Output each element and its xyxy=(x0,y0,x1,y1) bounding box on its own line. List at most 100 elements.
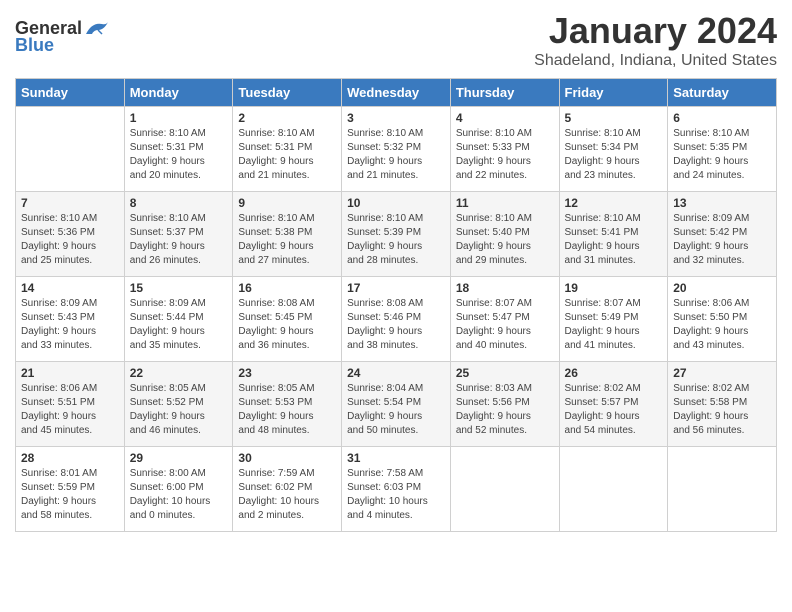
day-info: Sunrise: 8:10 AMSunset: 5:31 PMDaylight:… xyxy=(130,127,228,183)
week-row-2: 7Sunrise: 8:10 AMSunset: 5:36 PMDaylight… xyxy=(16,192,777,277)
day-number: 6 xyxy=(673,111,771,125)
day-info: Sunrise: 8:10 AMSunset: 5:35 PMDaylight:… xyxy=(673,127,771,183)
logo: General Blue xyxy=(15,18,110,56)
day-number: 20 xyxy=(673,281,771,295)
day-header-saturday: Saturday xyxy=(668,79,777,107)
calendar-cell: 7Sunrise: 8:10 AMSunset: 5:36 PMDaylight… xyxy=(16,192,125,277)
calendar-cell: 12Sunrise: 8:10 AMSunset: 5:41 PMDayligh… xyxy=(559,192,668,277)
day-info: Sunrise: 8:02 AMSunset: 5:57 PMDaylight:… xyxy=(565,382,663,438)
day-number: 30 xyxy=(238,451,336,465)
day-info: Sunrise: 8:08 AMSunset: 5:45 PMDaylight:… xyxy=(238,297,336,353)
day-info: Sunrise: 8:10 AMSunset: 5:32 PMDaylight:… xyxy=(347,127,445,183)
calendar-cell: 3 Sunrise: 8:10 AMSunset: 5:32 PMDaylight… xyxy=(342,107,451,192)
day-number: 3 xyxy=(347,111,445,125)
day-info: Sunrise: 8:10 AMSunset: 5:40 PMDaylight:… xyxy=(456,212,554,268)
calendar-cell: 19Sunrise: 8:07 AMSunset: 5:49 PMDayligh… xyxy=(559,277,668,362)
day-number: 21 xyxy=(21,366,119,380)
day-number: 18 xyxy=(456,281,554,295)
day-info: Sunrise: 8:06 AMSunset: 5:51 PMDaylight:… xyxy=(21,382,119,438)
day-info: Sunrise: 8:07 AMSunset: 5:49 PMDaylight:… xyxy=(565,297,663,353)
calendar-cell: 27 Sunrise: 8:02 AMSunset: 5:58 PMDayligh… xyxy=(668,362,777,447)
calendar-cell: 2Sunrise: 8:10 AMSunset: 5:31 PMDaylight… xyxy=(233,107,342,192)
day-number: 27 xyxy=(673,366,771,380)
calendar-cell: 1Sunrise: 8:10 AMSunset: 5:31 PMDaylight… xyxy=(124,107,233,192)
day-info: Sunrise: 8:03 AMSunset: 5:56 PMDaylight:… xyxy=(456,382,554,438)
day-info: Sunrise: 8:10 AMSunset: 5:38 PMDaylight:… xyxy=(238,212,336,268)
day-header-friday: Friday xyxy=(559,79,668,107)
calendar-cell: 29 Sunrise: 8:00 AMSunset: 6:00 PMDayligh… xyxy=(124,447,233,532)
day-info: Sunrise: 8:10 AMSunset: 5:37 PMDaylight:… xyxy=(130,212,228,268)
calendar-cell: 5 Sunrise: 8:10 AMSunset: 5:34 PMDaylight… xyxy=(559,107,668,192)
day-header-monday: Monday xyxy=(124,79,233,107)
day-number: 11 xyxy=(456,196,554,210)
day-info: Sunrise: 8:10 AMSunset: 5:39 PMDaylight:… xyxy=(347,212,445,268)
day-number: 14 xyxy=(21,281,119,295)
day-info: Sunrise: 8:02 AMSunset: 5:58 PMDaylight:… xyxy=(673,382,771,438)
calendar-cell: 31 Sunrise: 7:58 AMSunset: 6:03 PMDayligh… xyxy=(342,447,451,532)
calendar-cell: 11 Sunrise: 8:10 AMSunset: 5:40 PMDayligh… xyxy=(450,192,559,277)
calendar-cell: 6 Sunrise: 8:10 AMSunset: 5:35 PMDaylight… xyxy=(668,107,777,192)
week-row-3: 14Sunrise: 8:09 AMSunset: 5:43 PMDayligh… xyxy=(16,277,777,362)
calendar-cell: 9 Sunrise: 8:10 AMSunset: 5:38 PMDaylight… xyxy=(233,192,342,277)
day-info: Sunrise: 8:01 AMSunset: 5:59 PMDaylight:… xyxy=(21,467,119,523)
calendar-cell: 23Sunrise: 8:05 AMSunset: 5:53 PMDayligh… xyxy=(233,362,342,447)
day-info: Sunrise: 8:08 AMSunset: 5:46 PMDaylight:… xyxy=(347,297,445,353)
day-number: 13 xyxy=(673,196,771,210)
calendar-cell: 22 Sunrise: 8:05 AMSunset: 5:52 PMDayligh… xyxy=(124,362,233,447)
day-number: 22 xyxy=(130,366,228,380)
day-number: 12 xyxy=(565,196,663,210)
day-info: Sunrise: 8:04 AMSunset: 5:54 PMDaylight:… xyxy=(347,382,445,438)
day-number: 24 xyxy=(347,366,445,380)
day-info: Sunrise: 7:59 AMSunset: 6:02 PMDaylight:… xyxy=(238,467,336,523)
day-number: 15 xyxy=(130,281,228,295)
calendar-cell: 24 Sunrise: 8:04 AMSunset: 5:54 PMDayligh… xyxy=(342,362,451,447)
title-area: January 2024 Shadeland, Indiana, United … xyxy=(534,10,777,70)
day-info: Sunrise: 8:05 AMSunset: 5:53 PMDaylight:… xyxy=(238,382,336,438)
calendar-cell: 4 Sunrise: 8:10 AMSunset: 5:33 PMDaylight… xyxy=(450,107,559,192)
calendar-cell: 21 Sunrise: 8:06 AMSunset: 5:51 PMDayligh… xyxy=(16,362,125,447)
day-header-wednesday: Wednesday xyxy=(342,79,451,107)
day-info: Sunrise: 8:09 AMSunset: 5:44 PMDaylight:… xyxy=(130,297,228,353)
calendar-cell xyxy=(16,107,125,192)
header: General Blue January 2024 Shadeland, Ind… xyxy=(15,10,777,70)
calendar-cell: 25 Sunrise: 8:03 AMSunset: 5:56 PMDayligh… xyxy=(450,362,559,447)
day-number: 9 xyxy=(238,196,336,210)
day-number: 5 xyxy=(565,111,663,125)
day-number: 4 xyxy=(456,111,554,125)
calendar-cell: 8Sunrise: 8:10 AMSunset: 5:37 PMDaylight… xyxy=(124,192,233,277)
day-number: 17 xyxy=(347,281,445,295)
day-number: 31 xyxy=(347,451,445,465)
day-header-row: SundayMondayTuesdayWednesdayThursdayFrid… xyxy=(16,79,777,107)
calendar-cell: 20 Sunrise: 8:06 AMSunset: 5:50 PMDayligh… xyxy=(668,277,777,362)
calendar-cell: 28 Sunrise: 8:01 AMSunset: 5:59 PMDayligh… xyxy=(16,447,125,532)
day-info: Sunrise: 7:58 AMSunset: 6:03 PMDaylight:… xyxy=(347,467,445,523)
day-number: 10 xyxy=(347,196,445,210)
day-info: Sunrise: 8:09 AMSunset: 5:42 PMDaylight:… xyxy=(673,212,771,268)
day-header-sunday: Sunday xyxy=(16,79,125,107)
calendar-cell xyxy=(559,447,668,532)
day-number: 25 xyxy=(456,366,554,380)
day-info: Sunrise: 8:10 AMSunset: 5:36 PMDaylight:… xyxy=(21,212,119,268)
calendar-cell: 26Sunrise: 8:02 AMSunset: 5:57 PMDayligh… xyxy=(559,362,668,447)
day-number: 16 xyxy=(238,281,336,295)
calendar-cell xyxy=(668,447,777,532)
day-info: Sunrise: 8:00 AMSunset: 6:00 PMDaylight:… xyxy=(130,467,228,523)
day-info: Sunrise: 8:10 AMSunset: 5:31 PMDaylight:… xyxy=(238,127,336,183)
day-info: Sunrise: 8:10 AMSunset: 5:33 PMDaylight:… xyxy=(456,127,554,183)
calendar-cell: 13 Sunrise: 8:09 AMSunset: 5:42 PMDayligh… xyxy=(668,192,777,277)
calendar-cell: 18 Sunrise: 8:07 AMSunset: 5:47 PMDayligh… xyxy=(450,277,559,362)
week-row-5: 28 Sunrise: 8:01 AMSunset: 5:59 PMDayligh… xyxy=(16,447,777,532)
calendar-table: SundayMondayTuesdayWednesdayThursdayFrid… xyxy=(15,78,777,532)
day-info: Sunrise: 8:07 AMSunset: 5:47 PMDaylight:… xyxy=(456,297,554,353)
calendar-cell xyxy=(450,447,559,532)
day-info: Sunrise: 8:06 AMSunset: 5:50 PMDaylight:… xyxy=(673,297,771,353)
day-number: 29 xyxy=(130,451,228,465)
week-row-4: 21 Sunrise: 8:06 AMSunset: 5:51 PMDayligh… xyxy=(16,362,777,447)
logo-blue-text: Blue xyxy=(15,35,54,56)
day-header-thursday: Thursday xyxy=(450,79,559,107)
calendar-cell: 16 Sunrise: 8:08 AMSunset: 5:45 PMDayligh… xyxy=(233,277,342,362)
day-number: 28 xyxy=(21,451,119,465)
calendar-cell: 17 Sunrise: 8:08 AMSunset: 5:46 PMDayligh… xyxy=(342,277,451,362)
day-info: Sunrise: 8:10 AMSunset: 5:34 PMDaylight:… xyxy=(565,127,663,183)
day-info: Sunrise: 8:05 AMSunset: 5:52 PMDaylight:… xyxy=(130,382,228,438)
